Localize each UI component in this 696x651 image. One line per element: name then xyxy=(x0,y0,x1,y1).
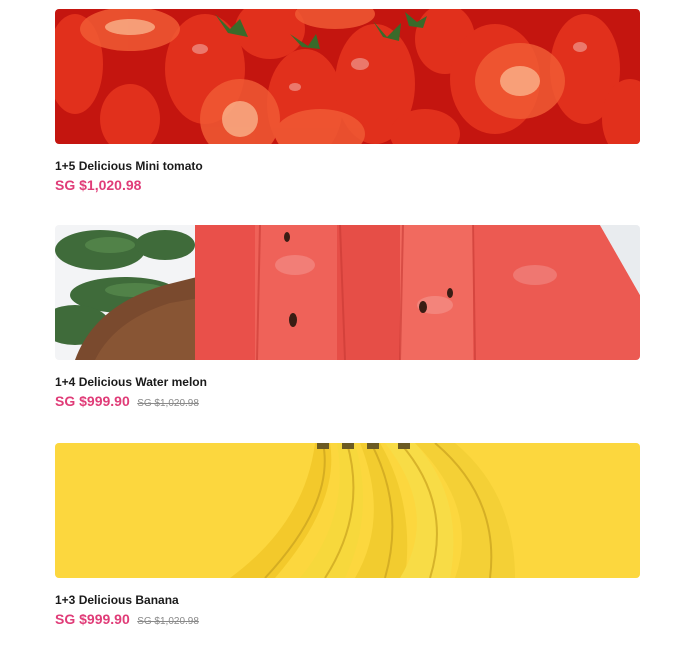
product-old-price: SG $1,020.98 xyxy=(137,398,199,409)
product-list: 1+5 Delicious Mini tomato SG $1,020.98 1… xyxy=(0,0,696,651)
product-card-water-melon[interactable]: 1+4 Delicious Water melon SG $999.90 SG … xyxy=(55,225,640,412)
product-name[interactable]: 1+5 Delicious Mini tomato xyxy=(55,159,640,173)
watermelon-photo xyxy=(55,225,640,360)
product-price: SG $1,020.98 xyxy=(55,177,142,193)
price-row: SG $999.90 SG $1,020.98 xyxy=(55,611,640,630)
product-card-banana[interactable]: 1+3 Delicious Banana SG $999.90 SG $1,02… xyxy=(55,443,640,630)
price-row: SG $999.90 SG $1,020.98 xyxy=(55,393,640,412)
banana-photo xyxy=(55,443,640,578)
tomato-photo xyxy=(55,9,640,144)
product-card-mini-tomato[interactable]: 1+5 Delicious Mini tomato SG $1,020.98 xyxy=(55,9,640,194)
product-image-banana[interactable] xyxy=(55,443,640,578)
product-name[interactable]: 1+4 Delicious Water melon xyxy=(55,375,640,389)
product-image-watermelon[interactable] xyxy=(55,225,640,360)
product-price: SG $999.90 xyxy=(55,393,130,409)
product-image-tomato[interactable] xyxy=(55,9,640,144)
price-row: SG $1,020.98 xyxy=(55,177,640,194)
product-name[interactable]: 1+3 Delicious Banana xyxy=(55,593,640,607)
product-old-price: SG $1,020.98 xyxy=(137,616,199,627)
product-price: SG $999.90 xyxy=(55,611,130,627)
